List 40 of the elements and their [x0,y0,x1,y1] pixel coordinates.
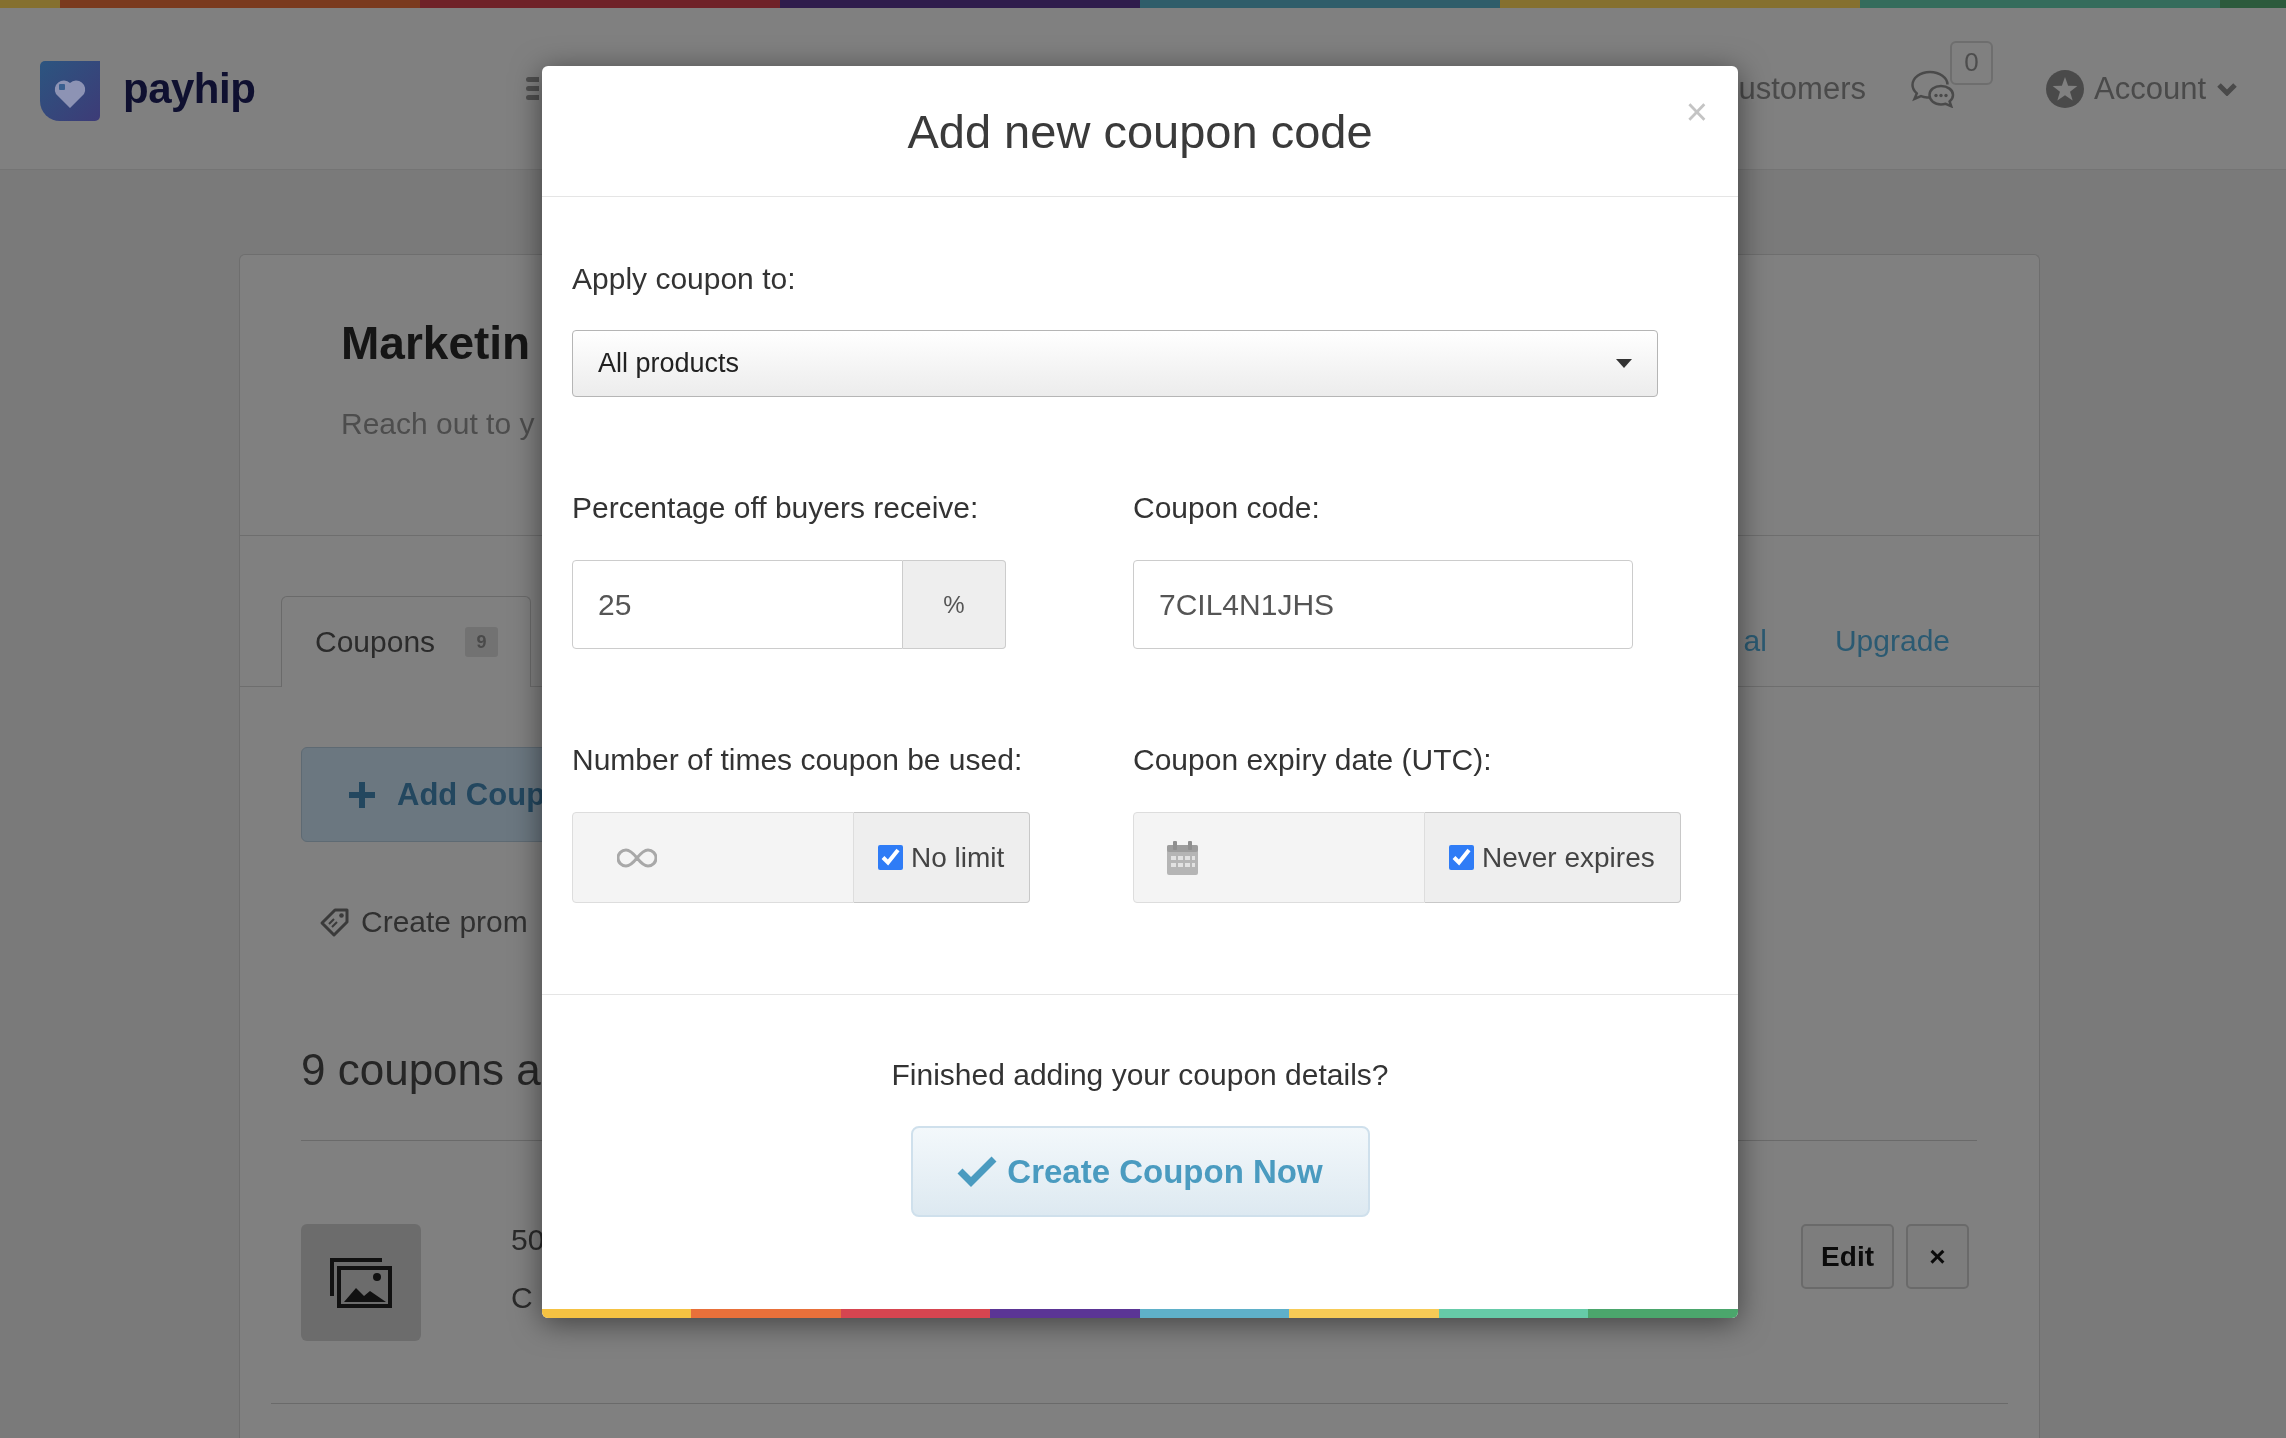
field-label: Apply coupon to: [572,261,796,297]
expiry-date-field[interactable] [1133,812,1425,903]
page-title: Marketin [341,316,531,371]
check-icon [957,1155,998,1188]
calendar-icon [1167,840,1198,875]
close-button[interactable]: × [1685,93,1708,131]
coupon-text: 50 [511,1222,545,1258]
caret-icon [1616,359,1632,368]
infinity-icon [617,846,657,869]
chat-icon[interactable] [1911,69,1955,108]
create-coupon-button[interactable]: Create Coupon Now [910,1126,1370,1217]
no-limit-checkbox[interactable] [878,845,903,870]
field-label: Coupon code: [1133,490,1320,526]
field-label: Number of times coupon be used: [572,742,1023,778]
usage-limit-field[interactable] [572,812,854,903]
tab[interactable]: Upgrade [1834,596,1950,686]
coupons-heading: 9 coupons a [301,1045,541,1094]
coupon-text: C [511,1280,533,1316]
coupon-code-input[interactable]: 7CIL4N1JHS [1133,560,1633,649]
never-expires-checkbox[interactable] [1449,845,1474,870]
plus-icon [349,781,375,808]
footer-prompt: Finished adding your coupon details? [891,1057,1389,1093]
product-select[interactable]: All products [572,330,1658,397]
tab[interactable]: al [1743,596,1767,686]
create-promo-link[interactable]: Create prom [319,904,528,940]
brand-name[interactable]: payhip [123,64,256,113]
percentage-input[interactable]: 25 [572,560,903,649]
checkbox-label: Never expires [1482,841,1655,874]
edit-button[interactable]: Edit [1801,1224,1894,1289]
field-label: Percentage off buyers receive: [572,490,979,526]
modal-title: Add new coupon code [907,103,1373,159]
logo-icon [40,60,100,121]
checkbox-label: No limit [911,841,1005,874]
field-label: Coupon expiry date (UTC): [1133,742,1492,778]
percent-addon: % [903,560,1006,649]
tag-icon [319,906,351,938]
chevron-down-icon [2216,81,2238,96]
remove-button[interactable]: × [1906,1224,1969,1289]
menu-icon[interactable] [526,77,540,100]
image-icon [330,1257,392,1308]
